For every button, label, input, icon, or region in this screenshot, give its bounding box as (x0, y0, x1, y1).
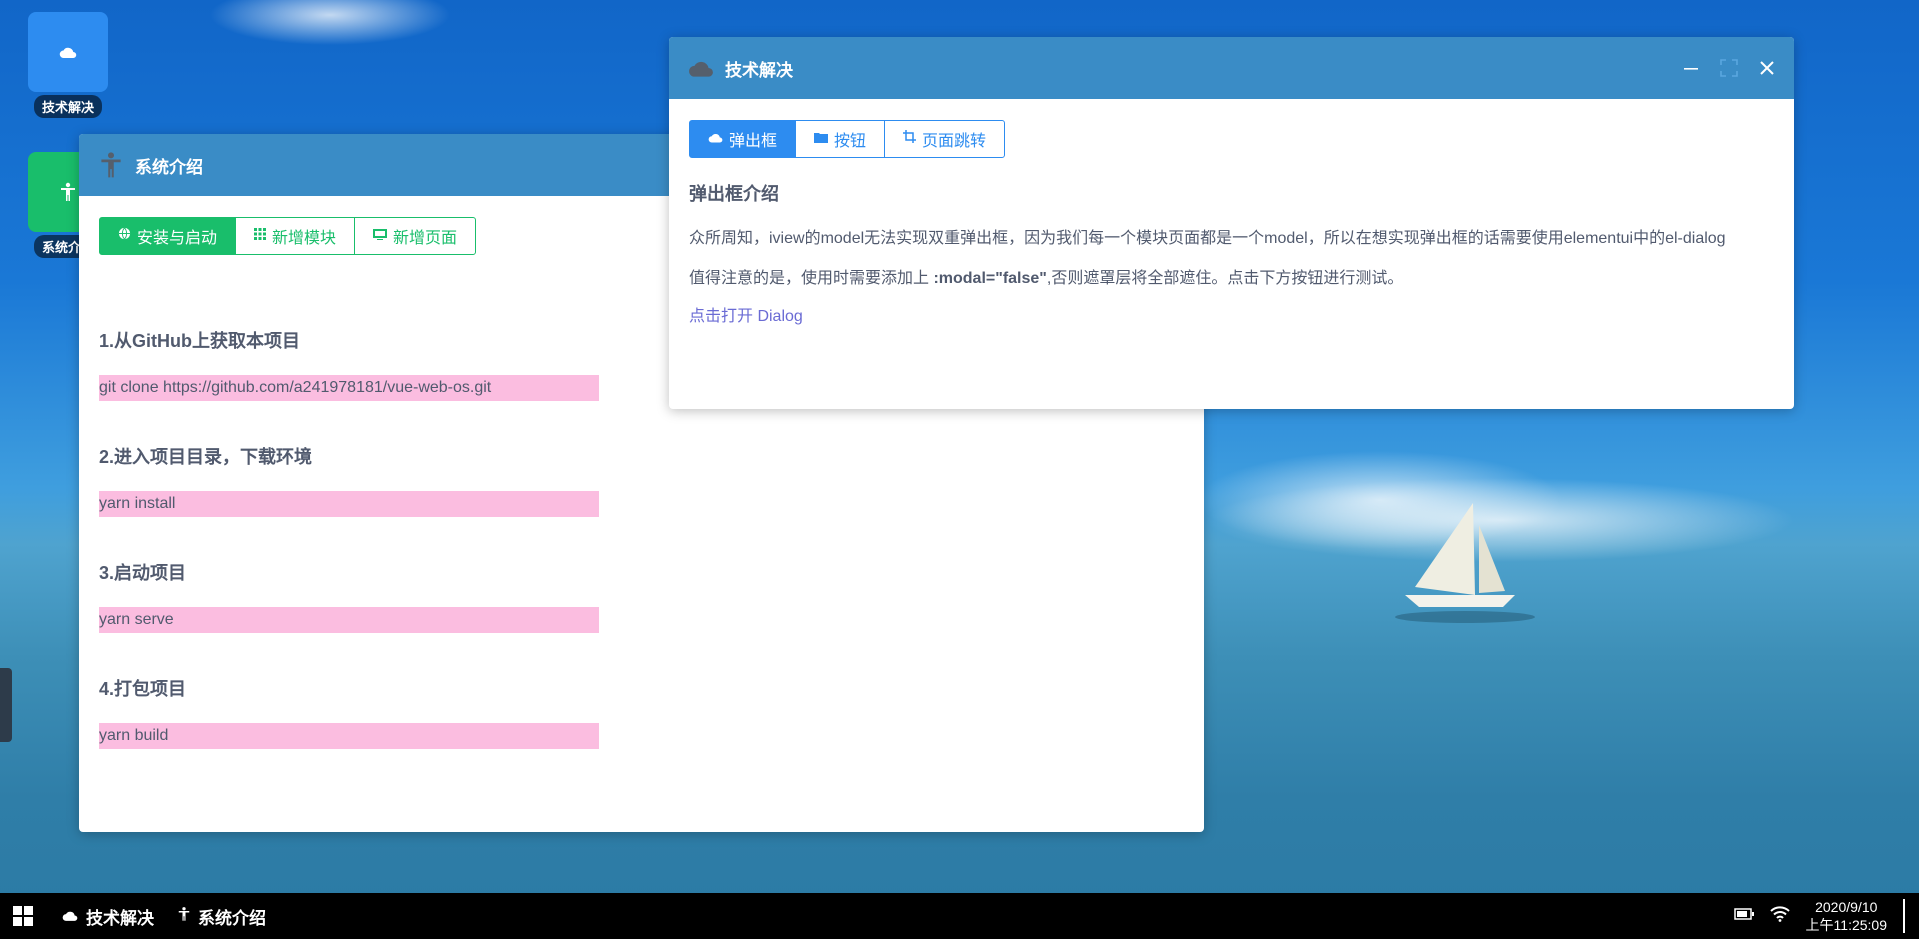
code-line: git clone https://github.com/a241978181/… (99, 375, 599, 401)
cloud-icon (62, 906, 78, 926)
start-button[interactable] (0, 906, 46, 926)
cloud-icon (687, 54, 715, 82)
monitor-icon (373, 227, 388, 245)
taskbar-item-system[interactable]: 系统介绍 (178, 904, 266, 929)
note-paragraph: 值得注意的是，使用时需要添加上 :modal="false",否则遮罩层将全部遮… (689, 270, 1404, 287)
wifi-icon[interactable] (1769, 905, 1790, 927)
step-heading: 4.打包项目 (99, 679, 187, 699)
intro-paragraph: 众所周知，iview的model无法实现双重弹出框，因为我们每一个模块页面都是一… (689, 230, 1726, 247)
desktop: 技术解决 系统介绍 系统介绍 安装与启动 新增模块 新增页面 1.从GitHub… (0, 0, 1919, 939)
tab-new-module[interactable]: 新增模块 (235, 217, 356, 255)
cloud-icon (28, 12, 108, 92)
window-title: 系统介绍 (135, 157, 203, 177)
step-heading: 2.进入项目目录，下载环境 (99, 447, 313, 467)
grid-icon (254, 227, 267, 245)
section-heading: 弹出框介绍 (689, 184, 779, 204)
clock[interactable]: 2020/9/10 上午11:25:09 (1806, 898, 1887, 934)
cloud-icon (708, 130, 723, 148)
desktop-icon-tech[interactable]: 技术解决 (28, 12, 108, 118)
open-dialog-link[interactable]: 点击打开 Dialog (689, 308, 803, 325)
window-tech-solution: 技术解决 弹出框 按钮 页面跳转 弹出框介绍 众所周知，iview的model无… (669, 37, 1794, 409)
code-line: yarn install (99, 491, 599, 517)
clock-time: 上午11:25:09 (1805, 917, 1887, 933)
step-3: 3.启动项目 yarn serve (99, 559, 1184, 633)
windows-icon (13, 906, 33, 926)
clock-date: 2020/9/10 (1815, 899, 1878, 915)
step-4: 4.打包项目 yarn build (99, 675, 1184, 749)
globe-icon (118, 227, 131, 245)
accessibility-icon (178, 906, 190, 927)
desktop-icon-label: 技术解决 (33, 95, 102, 118)
tab-page-jump[interactable]: 页面跳转 (884, 120, 1006, 158)
folder-icon (814, 130, 829, 148)
side-drawer-handle[interactable] (0, 668, 12, 742)
show-desktop-divider[interactable] (1903, 899, 1905, 933)
battery-icon[interactable] (1733, 907, 1754, 925)
code-line: yarn build (99, 723, 599, 749)
taskbar-item-tech[interactable]: 技术解决 (62, 904, 154, 929)
tab-install[interactable]: 安装与启动 (99, 217, 237, 255)
tab-button[interactable]: 按钮 (795, 120, 886, 158)
crop-icon (903, 130, 917, 148)
tab-dialog[interactable]: 弹出框 (689, 120, 797, 158)
step-2: 2.进入项目目录，下载环境 yarn install (99, 443, 1184, 517)
sailboat-wallpaper (1395, 503, 1535, 623)
close-icon[interactable] (1758, 59, 1776, 77)
accessibility-icon (97, 151, 125, 179)
tab-new-page[interactable]: 新增页面 (354, 217, 477, 255)
maximize-icon[interactable] (1720, 59, 1738, 77)
code-snippet: :modal="false" (933, 270, 1047, 287)
step-heading: 3.启动项目 (99, 563, 187, 583)
window-title: 技术解决 (725, 60, 793, 80)
minimize-icon[interactable] (1682, 59, 1700, 77)
taskbar: 技术解决 系统介绍 2020/9/10 上午11:25:09 (0, 893, 1919, 939)
code-line: yarn serve (99, 607, 599, 633)
tab-group: 弹出框 按钮 页面跳转 (689, 120, 1774, 158)
window-titlebar[interactable]: 技术解决 (669, 37, 1794, 99)
